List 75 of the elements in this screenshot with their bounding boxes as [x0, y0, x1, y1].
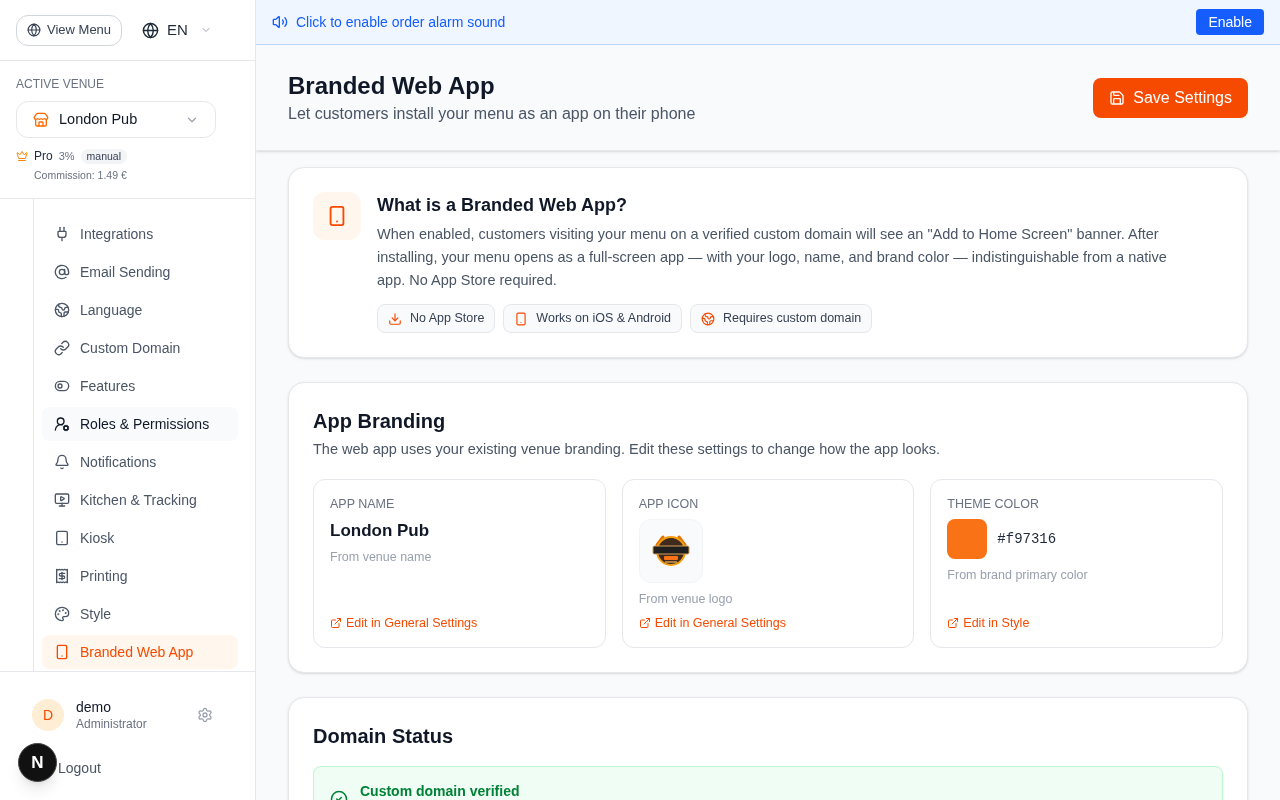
feature-chip: No App Store: [377, 304, 496, 333]
nav-item[interactable]: Kiosk: [42, 521, 238, 555]
nav-item[interactable]: Custom Domain: [42, 331, 238, 365]
nav-item[interactable]: Printing: [42, 559, 238, 593]
page-title: Branded Web App: [288, 70, 496, 101]
banner-text[interactable]: Click to enable order alarm sound: [296, 11, 506, 33]
link-icon: [54, 340, 70, 356]
feature-chip: Requires custom domain: [689, 304, 873, 333]
dev-tools-badge[interactable]: N: [18, 743, 57, 782]
commission-text: Commission: 1.49 €: [34, 168, 128, 182]
user-role: Administrator: [76, 716, 148, 732]
crown-icon: [16, 150, 28, 162]
nav-item[interactable]: Language: [42, 293, 238, 327]
nav-item[interactable]: Style: [42, 597, 238, 631]
nav-item[interactable]: Integrations: [42, 217, 238, 251]
phone-icon: [514, 311, 529, 326]
venue-select[interactable]: London Pub: [16, 101, 216, 138]
edit-link[interactable]: Edit in General Settings: [330, 615, 589, 631]
user-gear-icon: [54, 416, 70, 432]
app-name-value: London Pub: [330, 520, 431, 542]
enable-button[interactable]: Enable: [1196, 9, 1264, 35]
globe-icon: [27, 23, 41, 37]
save-settings-button[interactable]: Save Settings: [1093, 77, 1248, 118]
toggle-icon: [54, 378, 70, 394]
info-text: When enabled, customers visiting your menu on a verified custom domain will see an "Add to Home Screen" banner. After installing, your menu opens as a full-screen app — with your logo, name, and brand color — indistinguishable from a native app. No App Store required.: [377, 225, 1168, 290]
tile-note: From venue logo: [638, 591, 734, 607]
page-subtitle: Let customers install your menu as an app on their phone: [288, 103, 696, 124]
at-sign-icon: [54, 264, 70, 280]
edit-link[interactable]: Edit in Style: [947, 615, 1206, 631]
nav-item[interactable]: Notifications: [42, 445, 238, 479]
tablet-icon: [54, 530, 70, 546]
tile-note: From brand primary color: [947, 567, 1089, 583]
globe-icon: [54, 302, 70, 318]
external-link-icon: [330, 617, 342, 629]
nav-item[interactable]: Email Sending: [42, 255, 238, 289]
nav-item[interactable]: Roles & Permissions: [42, 407, 238, 441]
globe-icon: [700, 311, 715, 326]
store-icon: [33, 111, 49, 128]
nav-item[interactable]: Kitchen & Tracking: [42, 483, 238, 517]
tile-label: APP ICON: [638, 496, 700, 512]
speaker-icon: [272, 14, 288, 30]
mode-badge: manual: [80, 148, 128, 164]
section-title: Domain Status: [313, 724, 455, 749]
nav-item[interactable]: Features: [42, 369, 238, 403]
user-avatar: D: [32, 699, 64, 731]
external-link-icon: [947, 617, 960, 629]
user-name: demo: [76, 698, 113, 716]
tile-label: APP NAME: [330, 496, 396, 512]
section-title: App Branding: [313, 409, 447, 434]
edit-link[interactable]: Edit in General Settings: [638, 615, 898, 631]
monitor-play-icon: [54, 492, 70, 508]
globe-icon: [142, 21, 160, 39]
tile-note: From venue name: [330, 549, 433, 565]
phone-icon: [313, 192, 361, 240]
settings-icon[interactable]: [197, 707, 213, 723]
tile-label: THEME COLOR: [947, 496, 1040, 512]
bell-icon: [54, 454, 70, 470]
language-dropdown[interactable]: EN: [142, 18, 212, 42]
view-menu-button[interactable]: View Menu: [16, 14, 123, 46]
info-title: What is a Branded Web App?: [377, 194, 628, 217]
color-value: #f97316: [997, 529, 1057, 549]
phone-icon: [54, 644, 70, 660]
section-description: The web app uses your existing venue branding. Edit these settings to change how the app looks.: [313, 440, 942, 459]
logout-button[interactable]: Logout: [58, 758, 101, 778]
plug-icon: [54, 226, 70, 242]
receipt-icon: [54, 568, 70, 584]
feature-chip: Works on iOS & Android: [503, 304, 682, 333]
external-link-icon: [638, 617, 651, 629]
save-icon: [1109, 89, 1126, 106]
download-icon: [388, 311, 402, 326]
section-label: ACTIVE VENUE: [16, 77, 106, 91]
plan-name: Pro: [34, 148, 53, 165]
status-text: Custom domain verified: [360, 782, 520, 800]
palette-icon: [54, 606, 70, 622]
plan-rate: 3%: [58, 148, 75, 164]
